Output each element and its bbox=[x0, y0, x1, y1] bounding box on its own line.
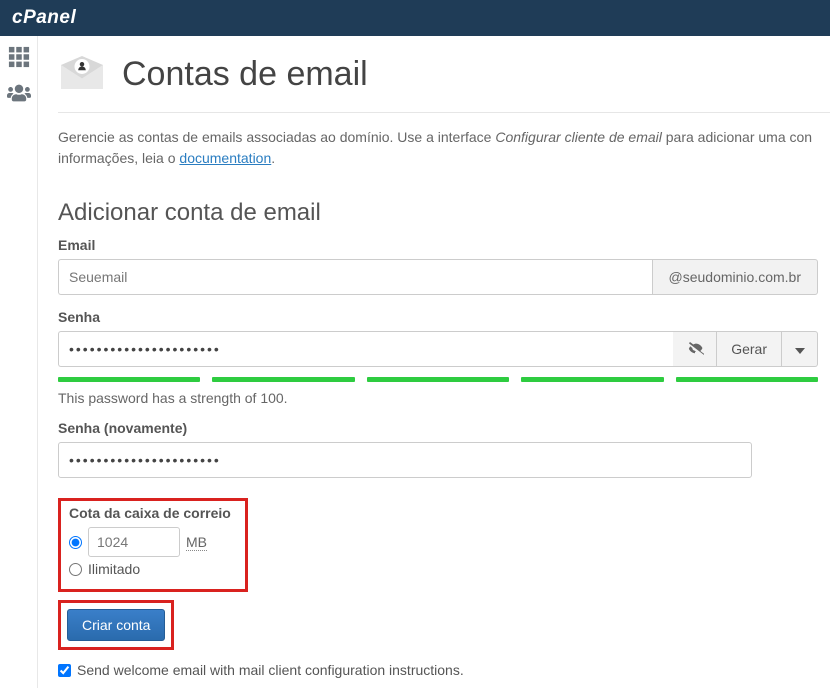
page-title: Contas de email bbox=[122, 55, 368, 94]
quota-unit-label: MB bbox=[186, 534, 207, 551]
main-content: Contas de email Gerencie as contas de em… bbox=[38, 36, 830, 688]
password-strength-meter bbox=[58, 377, 818, 382]
documentation-link[interactable]: documentation bbox=[179, 150, 271, 166]
submit-wrapper: Criar conta bbox=[58, 600, 174, 650]
brand-logo: cPanel bbox=[12, 7, 76, 29]
send-welcome-checkbox[interactable] bbox=[58, 664, 71, 677]
users-icon[interactable] bbox=[7, 83, 31, 106]
quota-unlimited-radio[interactable] bbox=[69, 563, 82, 576]
quota-value-input[interactable] bbox=[88, 527, 180, 557]
eye-slash-icon bbox=[686, 341, 704, 358]
quota-label: Cota da caixa de correio bbox=[69, 505, 237, 521]
quota-unlimited-label: Ilimitado bbox=[88, 561, 140, 577]
email-label: Email bbox=[58, 237, 830, 253]
caret-down-icon bbox=[795, 341, 805, 357]
section-title: Adicionar conta de email bbox=[58, 199, 830, 227]
top-bar: cPanel bbox=[0, 0, 830, 36]
password2-label: Senha (novamente) bbox=[58, 420, 830, 436]
send-welcome-label: Send welcome email with mail client conf… bbox=[77, 662, 464, 678]
email-account-icon bbox=[58, 54, 106, 94]
password-strength-text: This password has a strength of 100. bbox=[58, 390, 830, 406]
intro-text: Gerencie as contas de emails associadas … bbox=[58, 127, 830, 169]
quota-section: Cota da caixa de correio MB Ilimitado bbox=[58, 498, 248, 592]
email-domain-suffix: @seudominio.com.br bbox=[652, 259, 819, 295]
generate-password-button[interactable]: Gerar bbox=[717, 331, 782, 367]
create-account-button[interactable]: Criar conta bbox=[67, 609, 165, 641]
email-input[interactable] bbox=[58, 259, 652, 295]
password-confirm-input[interactable] bbox=[58, 442, 752, 478]
password-options-dropdown[interactable] bbox=[782, 331, 818, 367]
sidebar bbox=[0, 36, 38, 688]
password-label: Senha bbox=[58, 309, 830, 325]
password-input[interactable] bbox=[58, 331, 673, 367]
toggle-password-visibility-button[interactable] bbox=[673, 331, 717, 367]
apps-grid-icon[interactable] bbox=[8, 46, 30, 71]
quota-fixed-radio[interactable] bbox=[69, 536, 82, 549]
